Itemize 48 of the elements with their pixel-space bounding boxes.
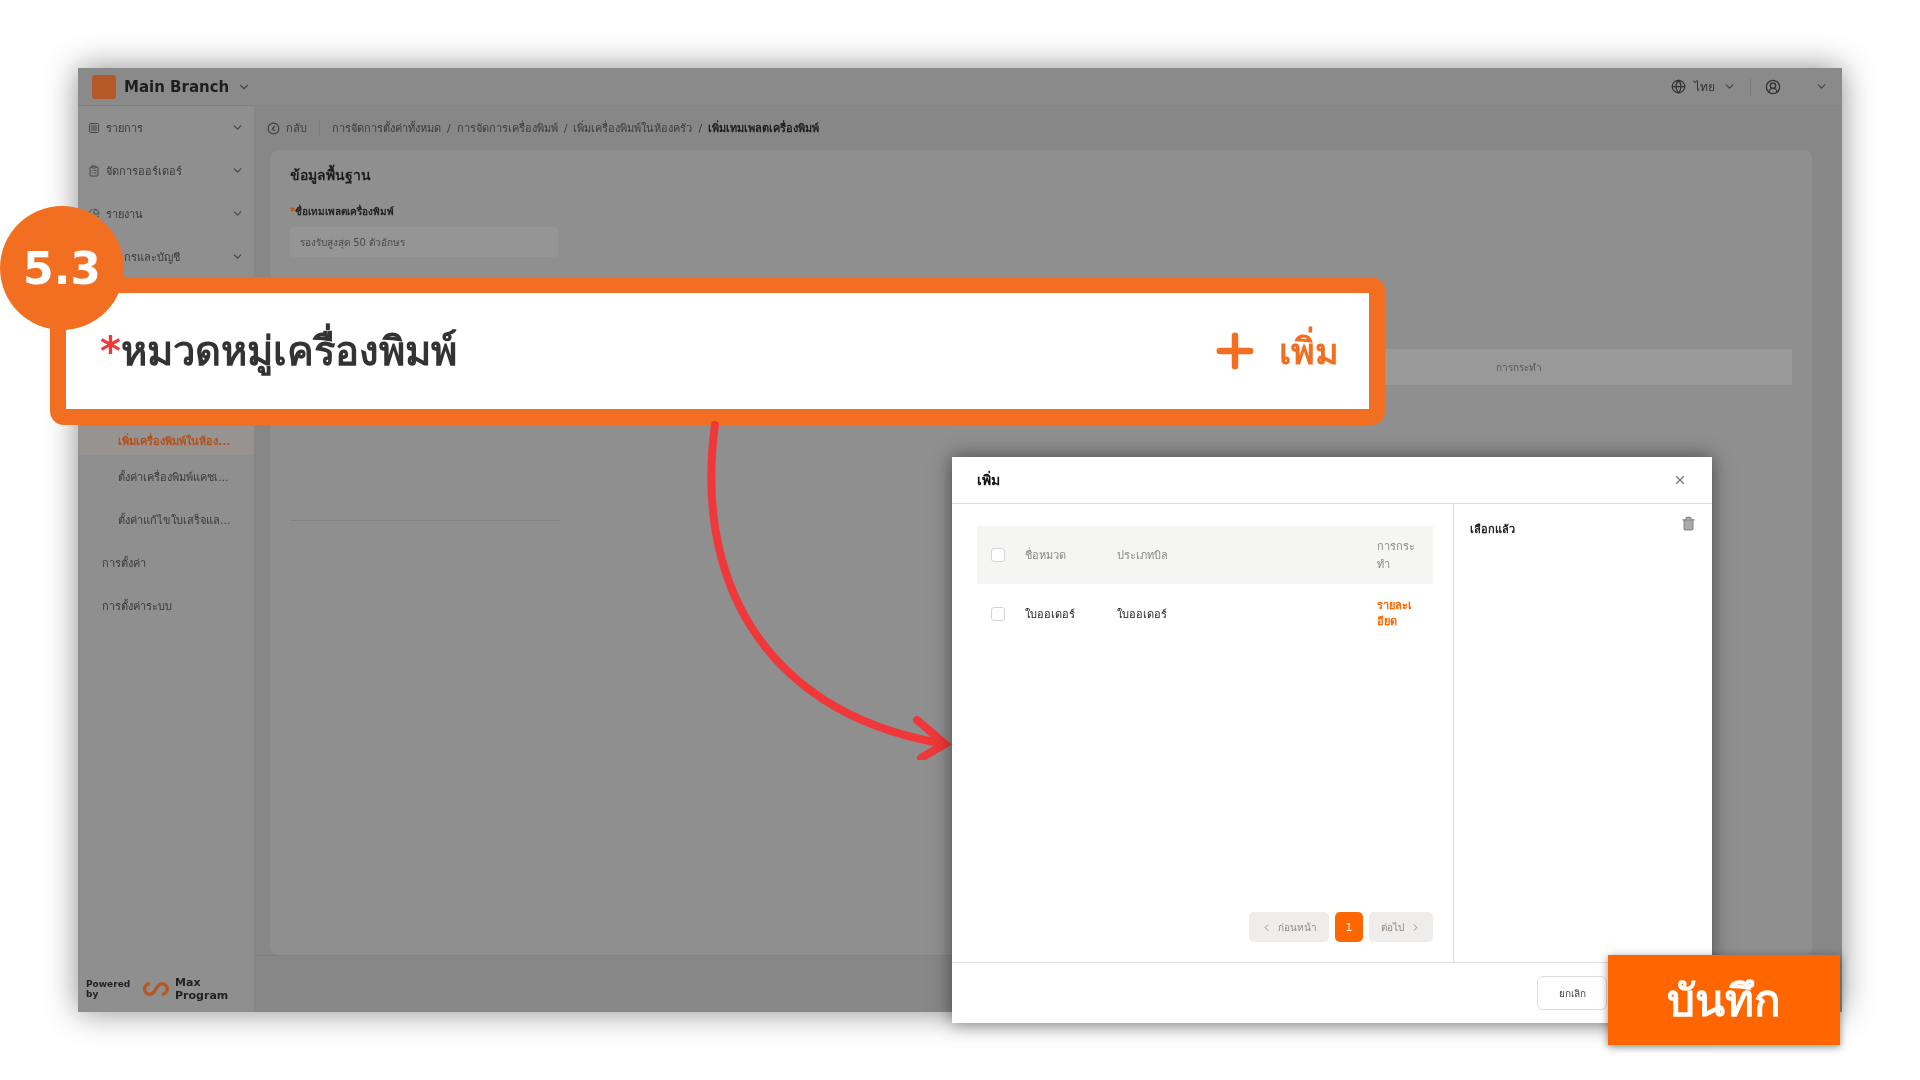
table-cell-text: ใบออเดอร์	[1025, 607, 1076, 623]
infinity-logo-icon	[143, 981, 170, 997]
user-icon[interactable]	[1765, 78, 1781, 95]
column-header: ชื่อหมวด	[1025, 546, 1067, 564]
breadcrumb-separator: /	[563, 121, 568, 135]
menu-icon	[88, 164, 100, 177]
callout-label: *หมวดหมู่เครื่องพิมพ์	[100, 319, 457, 383]
template-name-field[interactable]: รองรับสูงสุด 50 ตัวอักษร	[290, 227, 558, 257]
powered-by-text: Powered by	[86, 979, 132, 999]
selected-title: เลือกแล้ว	[1470, 522, 1515, 538]
trash-icon[interactable]	[1681, 516, 1696, 531]
brand-name: Max Program	[175, 976, 230, 1002]
column-header: การกระทำ	[1377, 539, 1416, 573]
sidebar-item[interactable]: การตั้งค่าระบบ	[78, 584, 254, 627]
details-link[interactable]: รายละเอียด	[1377, 597, 1417, 631]
row-checkbox[interactable]	[991, 607, 1005, 621]
select-all-checkbox[interactable]	[991, 548, 1005, 562]
close-button[interactable]	[1673, 473, 1687, 487]
breadcrumb-item[interactable]: เพิ่มเครื่องพิมพ์ในห้องครัว	[573, 119, 693, 137]
breadcrumb-item[interactable]: การจัดการตั้งค่าทั้งหมด	[332, 119, 441, 137]
cancel-button[interactable]: ยกเลิก	[1537, 976, 1607, 1010]
globe-icon[interactable]	[1671, 79, 1686, 94]
section-title: ข้อมูลพื้นฐาน	[290, 164, 1792, 184]
sidebar-item[interactable]: กรและบัญชี	[124, 235, 254, 278]
breadcrumb-separator: /	[447, 121, 451, 135]
breadcrumb-separator: /	[698, 121, 703, 135]
column-header: ประเภทบิล	[1117, 548, 1169, 564]
dialog-title: เพิ่ม	[977, 469, 1000, 490]
breadcrumb-item[interactable]: การจัดการเครื่องพิมพ์	[456, 119, 558, 137]
breadcrumb-item: เพิ่มเทมเพลตเครื่องพิมพ์	[708, 119, 820, 137]
column-header: การกระทำ	[1496, 360, 1542, 375]
branch-name[interactable]: Main Branch	[124, 77, 230, 96]
table-cell-text: ใบออเดอร์	[1117, 607, 1168, 623]
menu-icon	[88, 121, 100, 134]
language-selector[interactable]: ไทย	[1694, 77, 1715, 96]
field-label: *ชื่อเทมเพลตเครื่องพิมพ์	[290, 204, 396, 219]
save-button[interactable]: บันทึก	[1608, 955, 1840, 1045]
page-button[interactable]: 1	[1335, 912, 1363, 942]
sidebar-item[interactable]: จัดการออร์เดอร์	[78, 149, 254, 192]
sidebar-item[interactable]: ตั้งค่าเครื่องพิมพ์แคชเ...	[78, 455, 254, 498]
add-button[interactable]: เพิ่ม	[1209, 322, 1339, 380]
sidebar-item[interactable]: การตั้งค่า	[78, 541, 254, 584]
back-link[interactable]: กลับ	[286, 119, 307, 137]
sidebar-item[interactable]: ตั้งค่าแก้ไขใบเสร็จแล...	[78, 498, 254, 541]
sidebar-item[interactable]: รายการ	[78, 106, 254, 149]
brand-logo	[92, 74, 116, 99]
back-icon[interactable]	[267, 121, 280, 135]
menu-icon	[88, 207, 100, 220]
